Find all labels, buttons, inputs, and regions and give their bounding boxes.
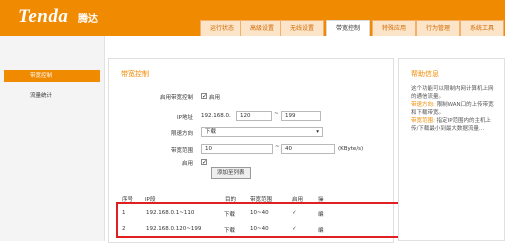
direction-label: 限速方向 <box>170 131 193 137</box>
tab-wireless[interactable]: 无线设置 <box>280 20 324 36</box>
tab-special-apps[interactable]: 特殊应用 <box>372 20 416 36</box>
ip-start-input[interactable]: 120 <box>236 111 272 121</box>
row-edit-link[interactable]: 编 <box>318 226 324 234</box>
sidebar-item-traffic-stats[interactable]: 流量统计 <box>4 90 100 102</box>
sidebar: 带宽控制 流量统计 <box>0 36 105 241</box>
ip-prefix: 192.168.0. <box>201 113 231 119</box>
bandwidth-min-input[interactable]: 10 <box>201 144 273 154</box>
row-enabled: ✓ <box>292 226 297 232</box>
row-edit-link[interactable]: 编 <box>318 210 324 218</box>
dropdown-arrow-icon: ▾ <box>316 129 319 135</box>
tab-bandwidth[interactable]: 带宽控制 <box>326 20 370 36</box>
tab-system-tools[interactable]: 系统工具 <box>460 20 504 36</box>
tab-behavior[interactable]: 行为管理 <box>416 20 460 36</box>
ip-label: IP地址 <box>177 115 193 121</box>
brand-cn-label: 腾达 <box>78 14 98 25</box>
help-title: 帮助信息 <box>411 70 439 78</box>
tenda-logo: Tenda <box>18 6 69 27</box>
row-ip: 192.168.0.120~199 <box>146 226 202 232</box>
bandwidth-max-input[interactable]: 40 <box>281 144 335 154</box>
row-range: 10~40 <box>250 210 269 216</box>
row-no: 2 <box>122 226 126 232</box>
direction-value: 下载 <box>205 129 217 135</box>
table-row: 1 192.168.0.1~110 下载 10~40 ✓ 编 <box>116 206 416 220</box>
bandwidth-label: 带宽范围 <box>170 148 193 154</box>
enable-text: 启用 <box>209 95 221 101</box>
row-enabled: ✓ <box>292 210 297 216</box>
row-no: 1 <box>122 210 126 216</box>
help-text: 这个功能可以限制内网计算机上网的通信流量。 带速方向: 限制WAN口的上传带宽和… <box>411 85 497 133</box>
page-title: 带宽控制 <box>121 70 149 78</box>
top-header: Tenda 腾达 运行状态 高级设置 无线设置 带宽控制 特殊应用 行为管理 系… <box>0 0 505 36</box>
row-direction: 下载 <box>224 228 236 234</box>
enable-bandwidth-checkbox[interactable]: ✓ <box>201 93 207 100</box>
enable-bandwidth-label: 启用带宽控制 <box>159 95 193 101</box>
ip-end-input[interactable]: 199 <box>281 111 321 121</box>
row-direction: 下载 <box>224 212 236 218</box>
tab-advanced[interactable]: 高级设置 <box>240 20 284 36</box>
bandwidth-separator: ~ <box>275 144 280 150</box>
tab-status[interactable]: 运行状态 <box>200 20 244 36</box>
help-range-label: 带宽范围: <box>411 118 435 124</box>
bandwidth-unit: (KByte/s) <box>338 146 364 152</box>
ip-separator: ~ <box>274 111 279 117</box>
help-direction-label: 带速方向: <box>411 102 435 108</box>
watermark-overlay <box>410 200 490 230</box>
table-row: 2 192.168.0.120~199 下载 10~40 ✓ 编 <box>116 222 416 236</box>
rule-enable-checkbox[interactable]: ✓ <box>201 159 207 166</box>
rule-enable-label: 启用 <box>181 161 193 167</box>
direction-select[interactable]: 下载 ▾ <box>201 127 323 137</box>
row-ip: 192.168.0.1~110 <box>146 210 195 216</box>
add-to-list-button[interactable]: 添加至列表 <box>211 167 251 179</box>
help-line1: 这个功能可以限制内网计算机上网的通信流量。 <box>411 86 494 100</box>
sidebar-item-bandwidth-control[interactable]: 带宽控制 <box>4 70 100 82</box>
row-range: 10~40 <box>250 226 269 232</box>
